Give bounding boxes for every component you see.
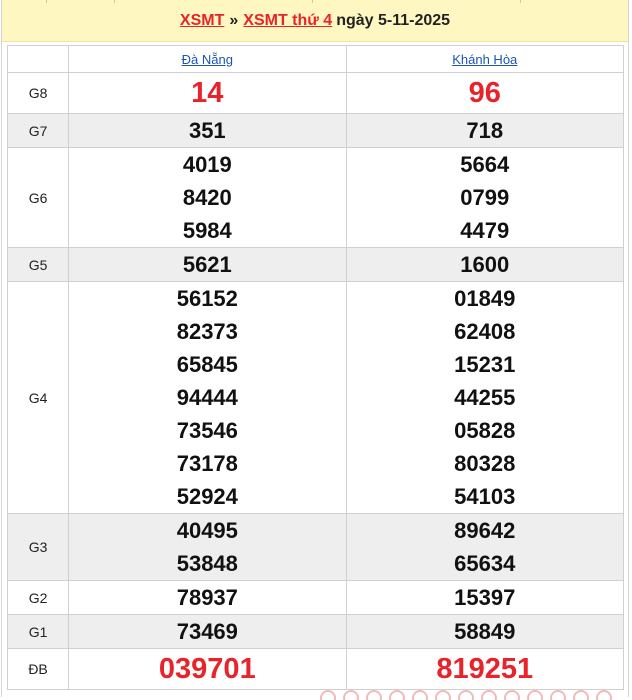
prize-cell: 039701 — [68, 648, 347, 690]
prize-row-g3: G3 40495 53848 89642 65634 — [6, 513, 625, 581]
prize-number: 40495 — [176, 518, 238, 543]
breadcrumb: XSMT » XSMT thứ 4 ngày 5-11-2025 — [2, 0, 628, 42]
prize-number: 05828 — [454, 418, 516, 443]
prize-label: ĐB — [6, 648, 70, 690]
prize-cell: 5621 — [68, 247, 347, 282]
prize-cell: 96 — [345, 72, 625, 114]
header-corner — [6, 45, 70, 73]
prize-number: 65634 — [454, 551, 516, 576]
prize-label: G8 — [6, 72, 70, 114]
prize-number: 4019 — [182, 152, 232, 177]
prize-cell: 01849 62408 15231 44255 05828 80328 54103 — [345, 281, 625, 514]
prize-label: G5 — [6, 247, 70, 282]
prize-label: G1 — [6, 614, 70, 649]
prize-number: 96 — [468, 77, 501, 109]
prize-number: 82373 — [176, 319, 238, 344]
prize-cell: 718 — [345, 113, 625, 148]
province-header: Khánh Hòa — [345, 45, 625, 73]
province-header: Đà Nẵng — [68, 45, 347, 73]
prize-number: 5621 — [182, 252, 232, 277]
prize-row-g6: G6 4019 8420 5984 5664 0799 4479 — [6, 147, 625, 248]
prize-cell: 1600 — [345, 247, 625, 282]
prize-number: 5984 — [182, 218, 232, 243]
breadcrumb-date: ngày 5-11-2025 — [336, 11, 451, 29]
prize-cell: 351 — [68, 113, 347, 148]
prize-row-g1: G1 73469 58849 — [6, 614, 625, 649]
prize-cell: 5664 0799 4479 — [345, 147, 625, 248]
prize-number: 58849 — [454, 619, 516, 644]
prize-cell: 56152 82373 65845 94444 73546 73178 52924 — [68, 281, 347, 514]
prize-number: 1600 — [460, 252, 510, 277]
prize-cell: 73469 — [68, 614, 347, 649]
prize-number: 351 — [188, 118, 226, 143]
prize-number: 52924 — [176, 484, 238, 509]
prize-cell: 40495 53848 — [68, 513, 347, 581]
decorative-dots — [320, 690, 630, 700]
prize-number: 44255 — [454, 385, 516, 410]
prize-row-g8: G8 14 96 — [6, 72, 625, 114]
prize-number: 89642 — [454, 518, 516, 543]
prize-number: 15231 — [454, 352, 516, 377]
lottery-results-table: Đà Nẵng Khánh Hòa G8 14 96 G7 351 718 G6 4019 84… — [6, 45, 625, 690]
breadcrumb-link-xsmt-thu-4[interactable]: XSMT thứ 4 — [243, 12, 332, 30]
prize-number: 54103 — [454, 484, 516, 509]
prize-number: 718 — [466, 118, 504, 143]
breadcrumb-separator: » — [229, 11, 239, 29]
prize-label: G6 — [6, 147, 70, 248]
prize-number: 0799 — [460, 185, 510, 210]
prize-cell: 819251 — [345, 648, 625, 690]
prize-cell: 14 — [68, 72, 347, 114]
prize-number: 039701 — [158, 653, 256, 685]
prize-cell: 58849 — [345, 614, 625, 649]
prize-row-đb: ĐB 039701 819251 — [6, 648, 625, 690]
prize-row-g2: G2 78937 15397 — [6, 580, 625, 615]
province-header-row: Đà Nẵng Khánh Hòa — [6, 45, 625, 73]
prize-number: 8420 — [182, 185, 232, 210]
prize-number: 78937 — [176, 585, 238, 610]
prize-cell: 15397 — [345, 580, 625, 615]
prize-number: 80328 — [454, 451, 516, 476]
prize-number: 14 — [191, 77, 224, 109]
prize-number: 5664 — [460, 152, 510, 177]
prize-cell: 4019 8420 5984 — [68, 147, 347, 248]
prize-row-g7: G7 351 718 — [6, 113, 625, 148]
province-link-khanh-hoa[interactable]: Khánh Hòa — [452, 52, 517, 67]
prize-number: 01849 — [454, 286, 516, 311]
prize-row-g4: G4 56152 82373 65845 94444 73546 73178 52924 018… — [6, 281, 625, 514]
prize-number: 4479 — [460, 218, 510, 243]
prize-number: 94444 — [176, 385, 238, 410]
prize-label: G7 — [6, 113, 70, 148]
prize-number: 15397 — [454, 585, 516, 610]
prize-cell: 78937 — [68, 580, 347, 615]
prize-number: 62408 — [454, 319, 516, 344]
prize-number: 65845 — [176, 352, 238, 377]
province-link-da-nang[interactable]: Đà Nẵng — [182, 52, 233, 67]
prize-number: 819251 — [436, 653, 534, 685]
prize-row-g5: G5 5621 1600 — [6, 247, 625, 282]
prize-number: 73546 — [176, 418, 238, 443]
prize-number: 53848 — [176, 551, 238, 576]
prize-number: 73469 — [176, 619, 238, 644]
prize-label: G4 — [6, 281, 70, 514]
prize-cell: 89642 65634 — [345, 513, 625, 581]
results-body: G8 14 96 G7 351 718 G6 4019 8420 5984 5664 0799 4479… — [6, 72, 625, 690]
breadcrumb-link-xsmt[interactable]: XSMT — [180, 12, 224, 30]
prize-number: 73178 — [176, 451, 238, 476]
prize-label: G2 — [6, 580, 70, 615]
prize-label: G3 — [6, 513, 70, 581]
prize-number: 56152 — [176, 286, 238, 311]
